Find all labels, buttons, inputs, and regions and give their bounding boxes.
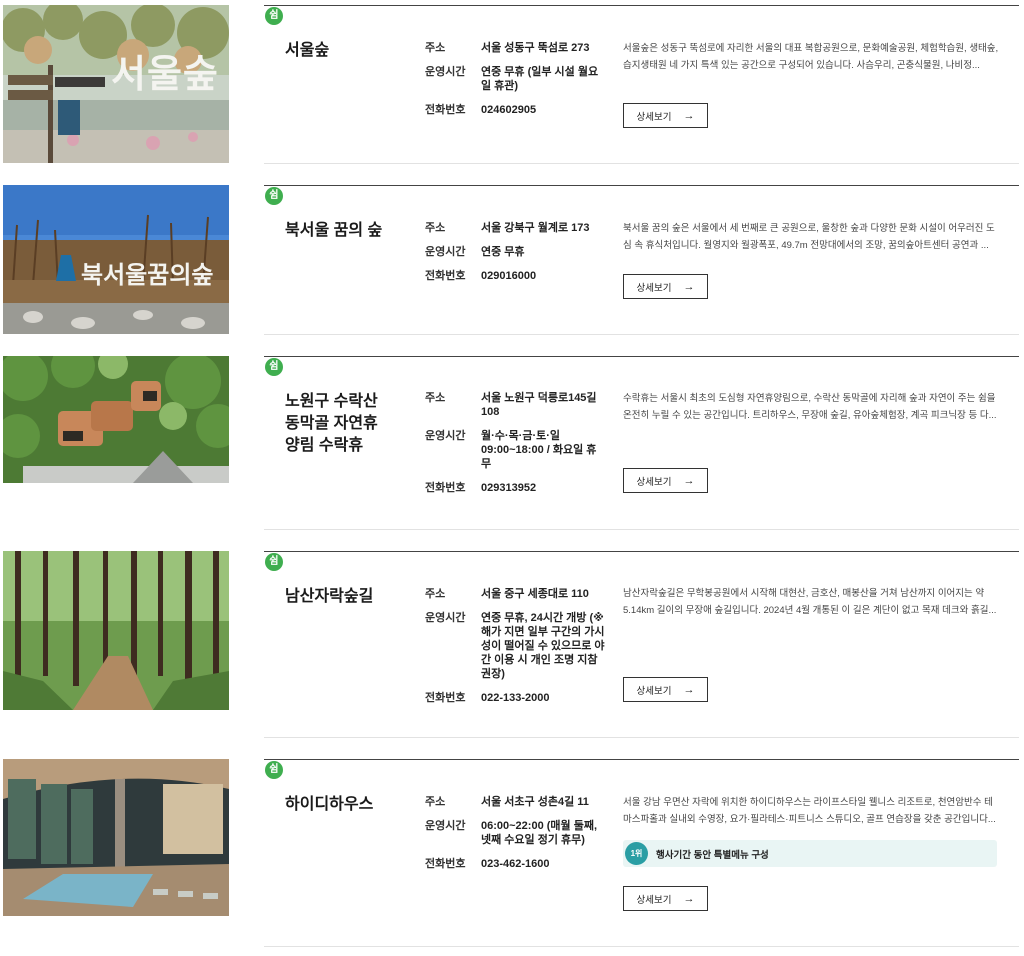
phone-label: 전화번호 (425, 270, 466, 282)
detail-button-label: 상세보기 (636, 282, 672, 294)
detail-button-label: 상세보기 (636, 111, 672, 123)
place-title[interactable]: 남산자락숲길 (285, 586, 405, 608)
phone-value: 024602905 (481, 104, 537, 116)
detail-button[interactable]: 상세보기 → (623, 886, 708, 911)
address-value: 서울 성동구 뚝섬로 273 (481, 42, 590, 54)
detail-button-label: 상세보기 (636, 894, 672, 906)
place-photo[interactable] (3, 759, 229, 916)
hours-label: 운영시간 (425, 246, 466, 258)
place-photo[interactable]: 서울숲 (3, 5, 229, 163)
detail-button-label: 상세보기 (636, 476, 672, 488)
rest-badge: 쉼 (265, 7, 283, 25)
hours-value: 연중 무휴, 24시간 개방 (※해가 지면 일부 구간의 가시성이 떨어질 수… (481, 612, 605, 680)
hours-value: 연중 무휴 (일부 시설 월요일 휴관) (481, 66, 599, 92)
address-label: 주소 (425, 222, 446, 234)
rank-icon: 1위 (625, 842, 648, 865)
phone-label: 전화번호 (425, 858, 466, 870)
hours-label: 운영시간 (425, 66, 466, 78)
card-bottom-border (264, 946, 1019, 947)
phone-value: 022-133-2000 (481, 692, 550, 704)
address-value: 서울 노원구 덕릉로145길 108 (481, 392, 597, 418)
image-sign-text: 북서울꿈의숲 (81, 262, 214, 289)
place-description: 수락휴는 서울시 최초의 도심형 자연휴양림으로, 수락산 동막골에 자리해 숲… (623, 393, 997, 421)
phone-label: 전화번호 (425, 692, 466, 704)
place-photo[interactable]: 북서울꿈의숲 (3, 185, 229, 334)
place-title[interactable]: 노원구 수락산 동막골 자연휴양림 수락휴 (285, 391, 385, 457)
detail-button[interactable]: 상세보기 → (623, 103, 708, 128)
arrow-right-icon: → (683, 474, 695, 487)
hours-label: 운영시간 (425, 820, 466, 832)
address-value: 서울 강북구 월계로 173 (481, 222, 590, 234)
place-description: 서울숲은 성동구 뚝섬로에 자리한 서울의 대표 복합공원으로, 문화예술공원,… (623, 43, 999, 71)
rest-badge: 쉼 (265, 187, 283, 205)
place-description: 남산자락숲길은 무학봉공원에서 시작해 대현산, 금호산, 매봉산을 거쳐 남산… (623, 588, 997, 616)
place-title[interactable]: 서울숲 (285, 40, 405, 62)
rest-badge: 쉼 (265, 358, 283, 376)
place-info: 주소 서울 성동구 뚝섬로 273 운영시간 연중 무휴 (일부 시설 월요일 휴관… (425, 41, 605, 127)
place-description: 북서울 꿈의 숲은 서울에서 세 번째로 큰 공원으로, 울창한 숲과 다양한 … (623, 223, 995, 251)
card-bottom-border (264, 163, 1019, 164)
address-value: 서울 중구 세종대로 110 (481, 588, 589, 600)
rest-badge: 쉼 (265, 553, 283, 571)
phone-label: 전화번호 (425, 104, 466, 116)
place-info: 주소 서울 중구 세종대로 110 운영시간 연중 무휴, 24시간 개방 (※해가… (425, 587, 605, 715)
address-label: 주소 (425, 392, 446, 404)
detail-button-label: 상세보기 (636, 685, 672, 697)
place-photo[interactable] (3, 356, 229, 483)
arrow-right-icon: → (683, 683, 695, 696)
phone-value: 029313952 (481, 482, 537, 494)
hours-label: 운영시간 (425, 612, 466, 624)
place-description: 서울 강남 우면산 자락에 위치한 하이디하우스는 라이프스타일 웰니스 리조트… (623, 797, 996, 825)
hours-value: 06:00~22:00 (매월 둘째, 넷째 수요일 정기 휴무) (481, 820, 598, 846)
hours-value: 연중 무휴 (481, 246, 525, 258)
card-top-border (264, 185, 1019, 186)
card-top-border (264, 551, 1019, 552)
phone-value: 029016000 (481, 270, 537, 282)
card-bottom-border (264, 529, 1019, 530)
card-bottom-border (264, 737, 1019, 738)
detail-button[interactable]: 상세보기 → (623, 677, 708, 702)
arrow-right-icon: → (683, 892, 695, 905)
card-bottom-border (264, 334, 1019, 335)
card-top-border (264, 5, 1019, 6)
hours-value: 월·수·목·금·토·일 09:00~18:00 / 화요일 휴무 (481, 430, 597, 470)
address-value: 서울 서초구 성촌4길 11 (481, 796, 589, 808)
place-info: 주소 서울 노원구 덕릉로145길 108 운영시간 월·수·목·금·토·일 09:… (425, 391, 605, 505)
address-label: 주소 (425, 42, 446, 54)
place-title[interactable]: 하이디하우스 (285, 794, 405, 816)
rest-badge: 쉼 (265, 761, 283, 779)
phone-value: 023-462-1600 (481, 858, 550, 870)
image-sign-text: 서울숲 (111, 54, 219, 96)
promo-text: 행사기간 동안 특별메뉴 구성 (656, 849, 769, 861)
arrow-right-icon: → (683, 280, 695, 293)
place-photo[interactable] (3, 551, 229, 710)
phone-label: 전화번호 (425, 482, 466, 494)
place-title[interactable]: 북서울 꿈의 숲 (285, 220, 415, 242)
hours-label: 운영시간 (425, 430, 466, 442)
card-top-border (264, 759, 1019, 760)
address-label: 주소 (425, 588, 446, 600)
detail-button[interactable]: 상세보기 → (623, 468, 708, 493)
card-top-border (264, 356, 1019, 357)
promo-banner[interactable]: 1위 행사기간 동안 특별메뉴 구성 (623, 840, 997, 867)
arrow-right-icon: → (683, 109, 695, 122)
place-info: 주소 서울 서초구 성촌4길 11 운영시간 06:00~22:00 (매월 둘째,… (425, 795, 605, 881)
detail-button[interactable]: 상세보기 → (623, 274, 708, 299)
place-info: 주소 서울 강북구 월계로 173 운영시간 연중 무휴 전화번호 029016000 (425, 221, 605, 293)
address-label: 주소 (425, 796, 446, 808)
